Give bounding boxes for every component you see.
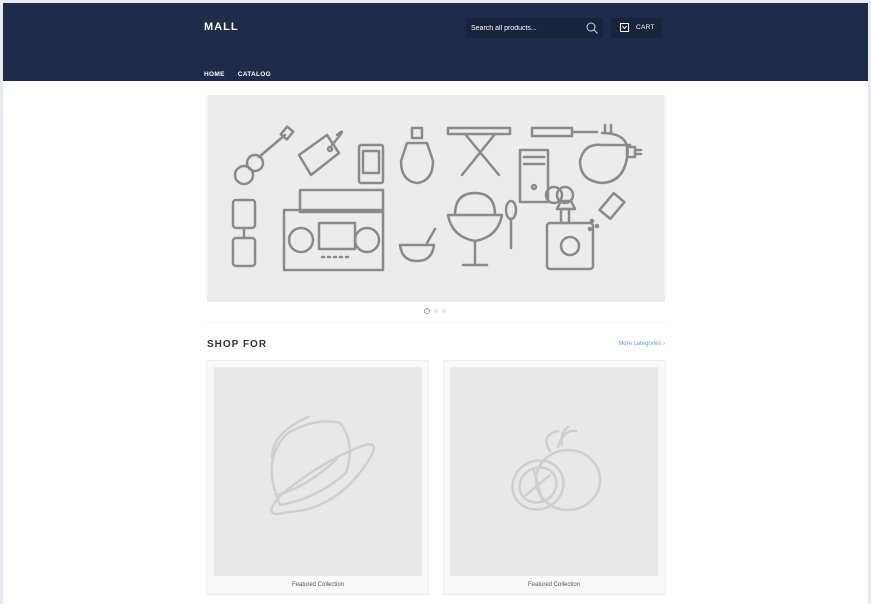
slide-dot-2[interactable]	[434, 309, 438, 313]
salt-shaker-icon	[587, 191, 626, 232]
section-divider	[207, 322, 665, 323]
bowl-icon	[398, 227, 437, 263]
slide-dot-1[interactable]	[424, 308, 430, 314]
phone-icon	[357, 143, 385, 185]
boombox-icon	[282, 188, 385, 272]
plug-icon	[578, 123, 643, 185]
cart-label: CART	[636, 24, 655, 31]
collection-card[interactable]: Featured Collection	[443, 360, 665, 595]
soap-dispenser-icon	[545, 199, 595, 271]
collection-caption: Featured Collection	[527, 582, 581, 588]
tag-icon	[297, 130, 344, 177]
guitar-icon	[233, 125, 295, 186]
perfume-icon	[399, 126, 435, 185]
collection-caption: Featured Collection	[291, 582, 345, 588]
slide-dot-3[interactable]	[442, 309, 446, 313]
spoon-icon	[504, 199, 518, 250]
site-logo[interactable]: MALL	[204, 21, 239, 33]
sunglasses-icon	[231, 198, 257, 268]
nav-home[interactable]: HOME	[204, 71, 225, 78]
ice-cream-icon	[446, 191, 504, 267]
main-nav: HOME CATALOG	[204, 63, 284, 81]
hero-slideshow[interactable]	[207, 95, 665, 302]
more-categories-link[interactable]: More categories ›	[618, 341, 665, 347]
site-header	[3, 3, 868, 81]
shop-for-heading: SHOP FOR	[207, 339, 268, 350]
products-illustration	[231, 123, 643, 272]
ironing-board-icon	[446, 126, 512, 177]
collection-image	[450, 367, 658, 576]
search-icon[interactable]	[585, 21, 599, 35]
collection-card[interactable]: Featured Collection	[207, 360, 429, 595]
hat-icon	[270, 415, 376, 516]
search-box	[466, 18, 603, 38]
computer-icon	[518, 148, 550, 204]
collection-image	[214, 367, 422, 576]
cart-button[interactable]: CART	[611, 18, 662, 38]
cart-icon	[620, 23, 629, 32]
search-input[interactable]	[471, 18, 581, 38]
page-frame	[0, 0, 871, 604]
nav-catalog[interactable]: CATALOG	[238, 71, 271, 78]
slideshow-dots	[420, 308, 452, 316]
hair-straightener-icon	[530, 126, 599, 138]
orange-icon	[511, 425, 602, 512]
